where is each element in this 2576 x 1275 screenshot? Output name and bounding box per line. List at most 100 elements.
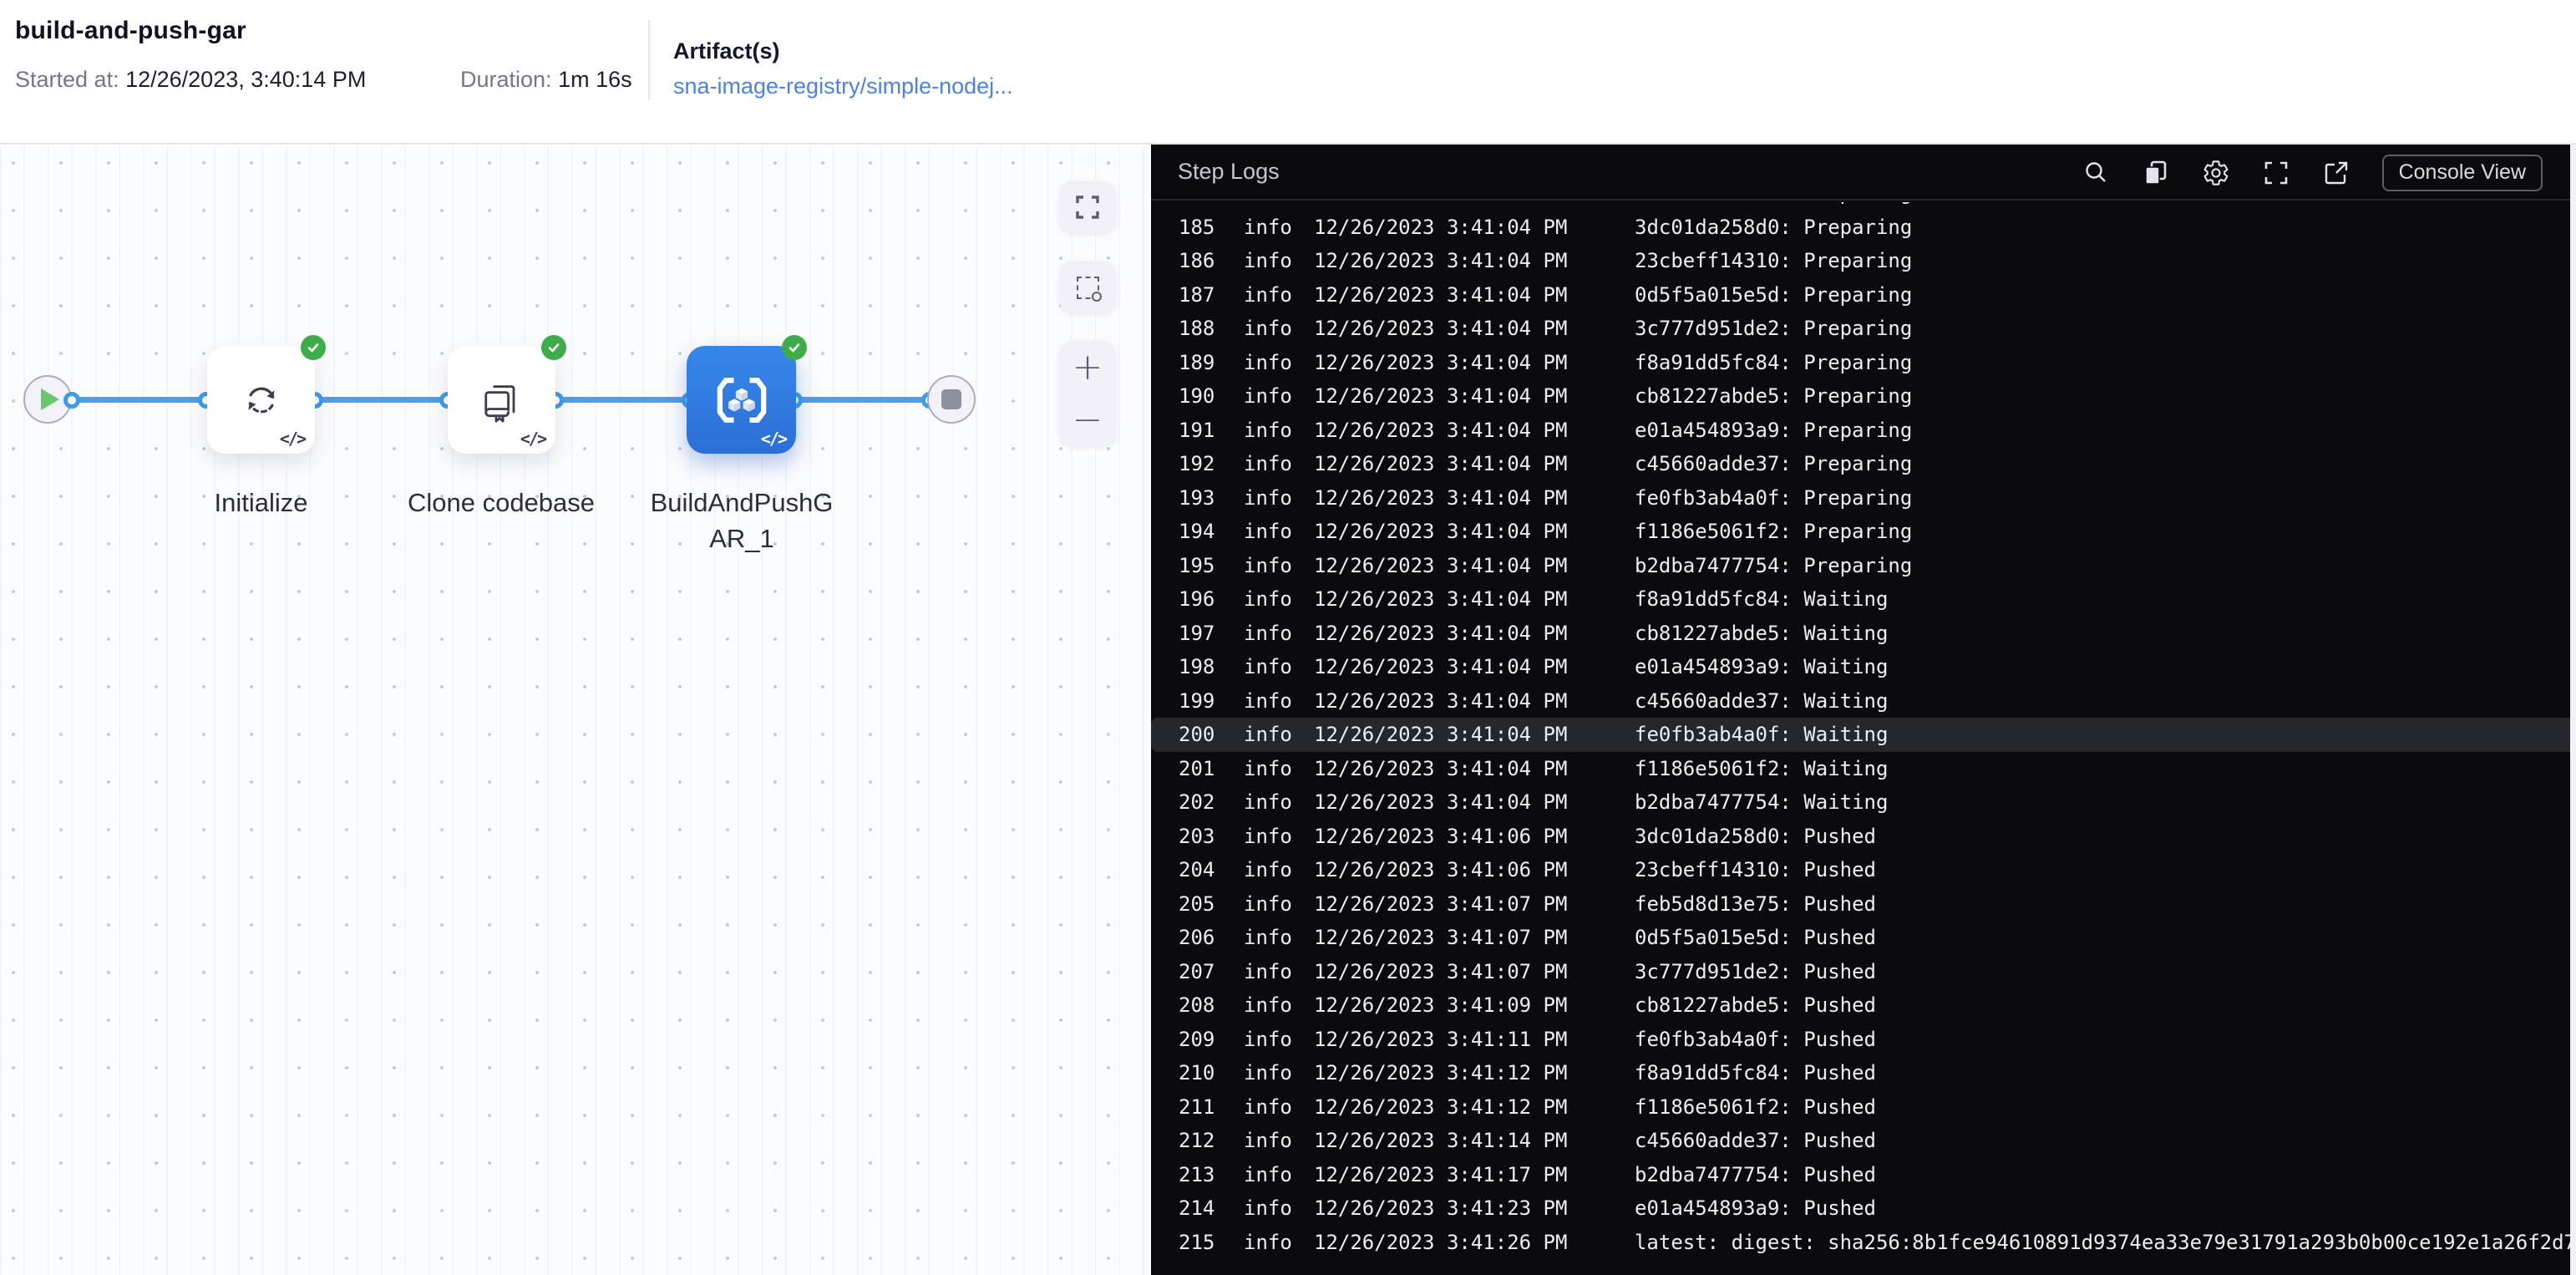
log-row-188[interactable]: 188 info 12/26/2023 3:41:04 PM 3c777d951de2… [1151, 312, 2576, 346]
log-line-number: 185 [1179, 215, 1215, 239]
zoom-out-button[interactable]: − [1072, 401, 1103, 438]
pipeline-canvas[interactable]: </> </> </> Initialize Clone codebase Bu… [0, 146, 1151, 1275]
log-row-196[interactable]: 196 info 12/26/2023 3:41:04 PM f8a91dd5fc84… [1151, 582, 2576, 617]
canvas-zoom-controls: + − [1059, 341, 1116, 446]
log-row-201[interactable]: 201 info 12/26/2023 3:41:04 PM f1186e5061f2… [1151, 752, 2576, 786]
log-level: info [1244, 1230, 1292, 1254]
log-row-190[interactable]: 190 info 12/26/2023 3:41:04 PM cb81227abde5… [1151, 379, 2576, 414]
log-message: 23cbeff14310: Pushed [1635, 858, 1876, 882]
search-icon[interactable] [2082, 159, 2110, 187]
log-level: info [1244, 1095, 1292, 1119]
log-level: info [1244, 993, 1292, 1018]
log-row-200[interactable]: 200 info 12/26/2023 3:41:04 PM fe0fb3ab4a0f… [1151, 718, 2576, 752]
log-line-number: 184 [1179, 202, 1244, 205]
log-message: c45660adde37: Preparing [1635, 452, 1913, 476]
log-row-202[interactable]: 202 info 12/26/2023 3:41:04 PM b2dba7477754… [1151, 785, 2576, 820]
pipeline-execution-page: build-and-push-gar Started at: 12/26/202… [0, 0, 2576, 1275]
log-row-184[interactable]: 184info12/26/2023 3:41:04 PMfeb5d8d13e75… [1151, 202, 2576, 211]
log-message: cb81227abde5: Pushed [1635, 993, 1876, 1018]
check-icon [789, 343, 800, 353]
log-row-210[interactable]: 210 info 12/26/2023 3:41:12 PM f8a91dd5fc84… [1151, 1056, 2576, 1090]
copy-icon[interactable] [2142, 159, 2170, 187]
log-level: info [1244, 756, 1292, 780]
log-line-number: 198 [1179, 655, 1215, 679]
log-message: c45660adde37: Waiting [1635, 688, 1889, 713]
zoom-in-button[interactable]: + [1072, 348, 1103, 385]
log-line-number: 202 [1179, 790, 1215, 815]
log-level: info [1244, 520, 1292, 544]
log-line-number: 197 [1179, 621, 1215, 645]
success-check-badge [782, 335, 807, 360]
log-level: info [1244, 350, 1292, 374]
log-row-208[interactable]: 208 info 12/26/2023 3:41:09 PM cb81227abde5… [1151, 988, 2576, 1023]
log-row-199[interactable]: 199 info 12/26/2023 3:41:04 PM c45660adde37… [1151, 684, 2576, 719]
log-row-205[interactable]: 205 info 12/26/2023 3:41:07 PM feb5d8d13e75… [1151, 887, 2576, 922]
marquee-select-icon [1076, 276, 1102, 302]
console-view-button[interactable]: Console View [2381, 154, 2543, 191]
log-level: info [1244, 587, 1292, 612]
step-node-clone-codebase[interactable]: </> [448, 335, 566, 454]
artifact-link[interactable]: sna-image-registry/simple-nodej... [673, 74, 1013, 99]
log-timestamp: 12/26/2023 3:41:04 PM [1314, 553, 1568, 577]
log-row-214[interactable]: 214 info 12/26/2023 3:41:23 PM e01a454893a9… [1151, 1191, 2576, 1226]
log-message: 0d5f5a015e5d: Pushed [1635, 926, 1876, 950]
log-row-211[interactable]: 211 info 12/26/2023 3:41:12 PM f1186e5061f2… [1151, 1090, 2576, 1125]
log-line-number: 215 [1179, 1230, 1215, 1254]
log-timestamp: 12/26/2023 3:41:26 PM [1314, 1230, 1568, 1254]
check-icon [548, 343, 560, 353]
step-label-clone-codebase: Clone codebase [407, 488, 596, 517]
log-row-203[interactable]: 203 info 12/26/2023 3:41:06 PM 3dc01da258d0… [1151, 820, 2576, 854]
log-row-204[interactable]: 204 info 12/26/2023 3:41:06 PM 23cbeff14310… [1151, 853, 2576, 887]
log-message: f8a91dd5fc84: Preparing [1635, 350, 1913, 374]
log-row-194[interactable]: 194 info 12/26/2023 3:41:04 PM f1186e5061f2… [1151, 515, 2576, 549]
log-row-206[interactable]: 206 info 12/26/2023 3:41:07 PM 0d5f5a015e5d… [1151, 921, 2576, 955]
log-level: info [1244, 282, 1292, 307]
log-row-197[interactable]: 197 info 12/26/2023 3:41:04 PM cb81227abde5… [1151, 617, 2576, 651]
log-row-186[interactable]: 186 info 12/26/2023 3:41:04 PM 23cbeff14310… [1151, 244, 2576, 278]
duration-value: 1m 16s [558, 67, 632, 92]
log-line-number: 191 [1179, 418, 1215, 442]
canvas-select-area-button[interactable] [1059, 262, 1116, 313]
log-row-191[interactable]: 191 info 12/26/2023 3:41:04 PM e01a454893a9… [1151, 414, 2576, 448]
log-line-number: 186 [1179, 249, 1215, 273]
log-row-212[interactable]: 212 info 12/26/2023 3:41:14 PM c45660adde37… [1151, 1124, 2576, 1158]
log-level: info [1244, 655, 1292, 679]
log-level: info [1244, 891, 1292, 916]
log-timestamp: 12/26/2023 3:41:04 PM [1314, 655, 1568, 679]
log-row-187[interactable]: 187 info 12/26/2023 3:41:04 PM 0d5f5a015e5d… [1151, 278, 2576, 312]
log-row-185[interactable]: 185 info 12/26/2023 3:41:04 PM 3dc01da258d0… [1151, 211, 2576, 245]
fullscreen-icon [1076, 196, 1099, 219]
settings-gear-icon[interactable] [2202, 159, 2230, 187]
log-message: b2dba7477754: Pushed [1635, 1162, 1876, 1186]
log-timestamp: 12/26/2023 3:41:04 PM [1314, 350, 1568, 374]
log-scroll-area[interactable]: 184info12/26/2023 3:41:04 PMfeb5d8d13e75… [1151, 202, 2576, 1275]
cube-left [728, 398, 740, 411]
step-node-build-and-push-gar[interactable]: </> [687, 335, 807, 454]
log-row-209[interactable]: 209 info 12/26/2023 3:41:11 PM fe0fb3ab4a0f… [1151, 1023, 2576, 1057]
log-row-215[interactable]: 215 info 12/26/2023 3:41:26 PM latest: dige… [1151, 1226, 2576, 1260]
log-timestamp: 12/26/2023 3:41:04 PM [1314, 688, 1568, 713]
open-in-new-icon[interactable] [2322, 159, 2350, 187]
log-row-189[interactable]: 189 info 12/26/2023 3:41:04 PM f8a91dd5fc84… [1151, 346, 2576, 380]
log-line-number: 193 [1179, 485, 1215, 510]
log-timestamp: 12/26/2023 3:41:14 PM [1314, 1129, 1568, 1153]
log-timestamp: 12/26/2023 3:41:04 PM [1314, 215, 1568, 239]
header-divider [648, 20, 650, 100]
step-node-initialize[interactable]: </> [207, 335, 326, 454]
scrollbar-gutter[interactable] [2570, 145, 2576, 1275]
log-row-195[interactable]: 195 info 12/26/2023 3:41:04 PM b2dba7477754… [1151, 549, 2576, 583]
code-step-icon: </> [520, 429, 547, 449]
log-timestamp: 12/26/2023 3:41:07 PM [1314, 891, 1568, 916]
log-line-number: 203 [1179, 824, 1215, 848]
log-row-213[interactable]: 213 info 12/26/2023 3:41:17 PM b2dba7477754… [1151, 1158, 2576, 1192]
expand-fullscreen-icon[interactable] [2262, 159, 2290, 187]
log-line-number: 200 [1179, 723, 1215, 747]
log-row-198[interactable]: 198 info 12/26/2023 3:41:04 PM e01a454893a9… [1151, 650, 2576, 684]
log-timestamp: 12/26/2023 3:41:04 PM [1314, 587, 1568, 612]
canvas-fit-view-button[interactable] [1059, 181, 1116, 233]
log-row-207[interactable]: 207 info 12/26/2023 3:41:07 PM 3c777d951de2… [1151, 955, 2576, 989]
log-line-number: 196 [1179, 587, 1215, 612]
log-line-number: 211 [1179, 1095, 1215, 1119]
log-row-192[interactable]: 192 info 12/26/2023 3:41:04 PM c45660adde37… [1151, 447, 2576, 481]
log-row-193[interactable]: 193 info 12/26/2023 3:41:04 PM fe0fb3ab4a0f… [1151, 481, 2576, 516]
